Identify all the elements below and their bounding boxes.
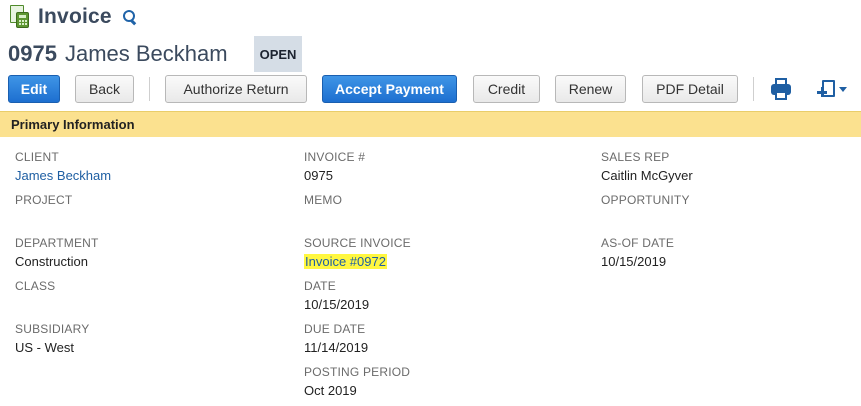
new-document-icon[interactable]: [816, 77, 847, 103]
class-field: CLASS: [15, 279, 55, 297]
toolbar-separator: [149, 77, 150, 101]
due-date-field: DUE DATE 11/14/2019: [304, 322, 368, 355]
project-field: PROJECT: [15, 193, 72, 211]
page-title: Invoice: [38, 5, 112, 28]
memo-label: MEMO: [304, 193, 343, 207]
client-field: CLIENT James Beckham: [15, 150, 111, 183]
client-label: CLIENT: [15, 150, 59, 164]
invoice-number-value: 0975: [304, 168, 333, 183]
credit-button[interactable]: Credit: [473, 75, 540, 103]
source-invoice-field: SOURCE INVOICE Invoice #0972: [304, 236, 411, 271]
sales-rep-field: SALES REP Caitlin McGyver: [601, 150, 693, 183]
edit-button[interactable]: Edit: [8, 75, 60, 103]
date-value: 10/15/2019: [304, 297, 370, 312]
source-invoice-label: SOURCE INVOICE: [304, 236, 411, 250]
pdf-detail-button[interactable]: PDF Detail: [642, 75, 738, 103]
title-bar: Invoice: [10, 4, 138, 30]
opportunity-label: OPPORTUNITY: [601, 193, 690, 207]
posting-period-value: Oct 2019: [304, 383, 357, 398]
record-header: 0975 James Beckham OPEN: [8, 36, 303, 72]
subsidiary-label: SUBSIDIARY: [15, 322, 90, 336]
toolbar-separator: [753, 77, 754, 101]
record-number: 0975: [8, 41, 57, 66]
search-icon[interactable]: [122, 9, 138, 25]
sales-rep-label: SALES REP: [601, 150, 670, 164]
renew-button[interactable]: Renew: [555, 75, 626, 103]
section-title: Primary Information: [11, 117, 135, 132]
invoice-calculator-icon: [10, 5, 30, 29]
sales-rep-value: Caitlin McGyver: [601, 168, 693, 183]
department-field: DEPARTMENT Construction: [15, 236, 99, 269]
date-field: DATE 10/15/2019: [304, 279, 369, 312]
memo-field: MEMO: [304, 193, 342, 211]
back-button[interactable]: Back: [75, 75, 134, 103]
record-name: James Beckham: [64, 41, 228, 66]
opportunity-field: OPPORTUNITY: [601, 193, 690, 211]
project-label: PROJECT: [15, 193, 73, 207]
posting-period-field: POSTING PERIOD Oct 2019: [304, 365, 410, 398]
department-value: Construction: [15, 254, 88, 269]
authorize-return-button[interactable]: Authorize Return: [165, 75, 307, 103]
department-label: DEPARTMENT: [15, 236, 99, 250]
as-of-date-label: AS-OF DATE: [601, 236, 675, 250]
due-date-label: DUE DATE: [304, 322, 366, 336]
due-date-value: 11/14/2019: [304, 340, 369, 355]
class-label: CLASS: [15, 279, 56, 293]
invoice-number-label: INVOICE #: [304, 150, 366, 164]
as-of-date-field: AS-OF DATE 10/15/2019: [601, 236, 674, 269]
invoice-number-field: INVOICE # 0975: [304, 150, 365, 183]
subsidiary-value: US - West: [15, 340, 74, 355]
printer-icon[interactable]: [769, 77, 793, 101]
posting-period-label: POSTING PERIOD: [304, 365, 411, 379]
accept-payment-button[interactable]: Accept Payment: [322, 75, 457, 103]
subsidiary-field: SUBSIDIARY US - West: [15, 322, 89, 355]
status-badge: OPEN: [253, 36, 303, 72]
client-link[interactable]: James Beckham: [15, 168, 111, 183]
as-of-date-value: 10/15/2019: [601, 254, 667, 269]
source-invoice-link[interactable]: Invoice #0972: [304, 254, 387, 269]
primary-information-header[interactable]: Primary Information: [0, 111, 861, 137]
action-toolbar: Edit Back Authorize Return Accept Paymen…: [8, 75, 853, 103]
date-label: DATE: [304, 279, 336, 293]
